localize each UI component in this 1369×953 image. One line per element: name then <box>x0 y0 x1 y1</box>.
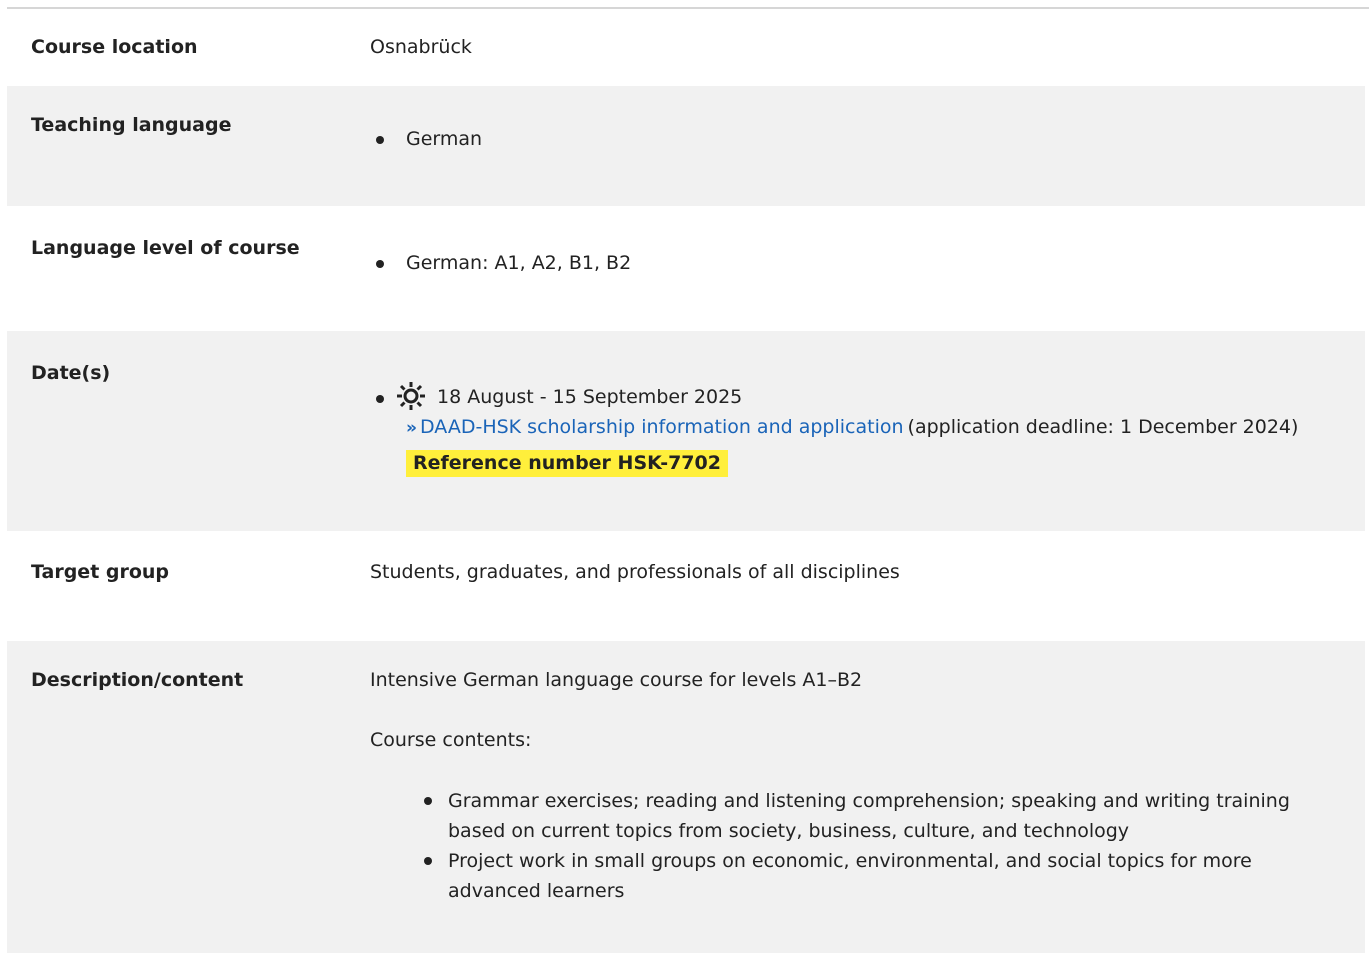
bullet-dot <box>376 395 384 403</box>
language-level-item: German: A1, A2, B1, B2 <box>406 252 632 274</box>
course-location-value: Osnabrück <box>370 36 472 58</box>
double-chevron-right-icon: ›› <box>406 418 417 438</box>
bullet-dot <box>424 857 432 865</box>
row-teaching-language: Teaching language German <box>7 86 1365 206</box>
scholarship-line: ›› DAAD-HSK scholarship information and a… <box>406 416 1298 438</box>
bullet-dot <box>376 260 384 268</box>
description-intro: Intensive German language course for lev… <box>370 669 863 691</box>
course-location-label: Course location <box>31 36 198 58</box>
scholarship-info-link[interactable]: DAAD-HSK scholarship information and app… <box>420 416 904 438</box>
course-contents-heading: Course contents: <box>370 729 532 751</box>
reference-number-badge: Reference number HSK-7702 <box>406 450 728 477</box>
bullet-dot <box>376 136 384 144</box>
sun-icon <box>397 382 425 410</box>
teaching-language-label: Teaching language <box>31 114 232 136</box>
course-content-item: Grammar exercises; reading and listening… <box>448 790 1290 842</box>
description-label: Description/content <box>31 669 244 691</box>
course-content-item: Project work in small groups on economic… <box>448 850 1252 902</box>
target-group-label: Target group <box>31 561 170 583</box>
language-level-label: Language level of course <box>31 237 300 259</box>
target-group-value: Students, graduates, and professionals o… <box>370 561 900 583</box>
row-language-level: Language level of course German: A1, A2,… <box>7 206 1365 331</box>
date-range: 18 August - 15 September 2025 <box>437 386 743 408</box>
row-dates: Date(s) 18 August - 15 September 2025 ››… <box>7 331 1365 531</box>
deadline-text: (application deadline: 1 December 2024) <box>907 416 1299 438</box>
row-course-location: Course location Osnabrück <box>7 9 1365 86</box>
dates-label: Date(s) <box>31 362 111 384</box>
row-description: Description/content Intensive German lan… <box>7 641 1365 953</box>
teaching-language-item: German <box>406 128 483 150</box>
bullet-dot <box>424 797 432 805</box>
row-target-group: Target group Students, graduates, and pr… <box>7 531 1365 641</box>
